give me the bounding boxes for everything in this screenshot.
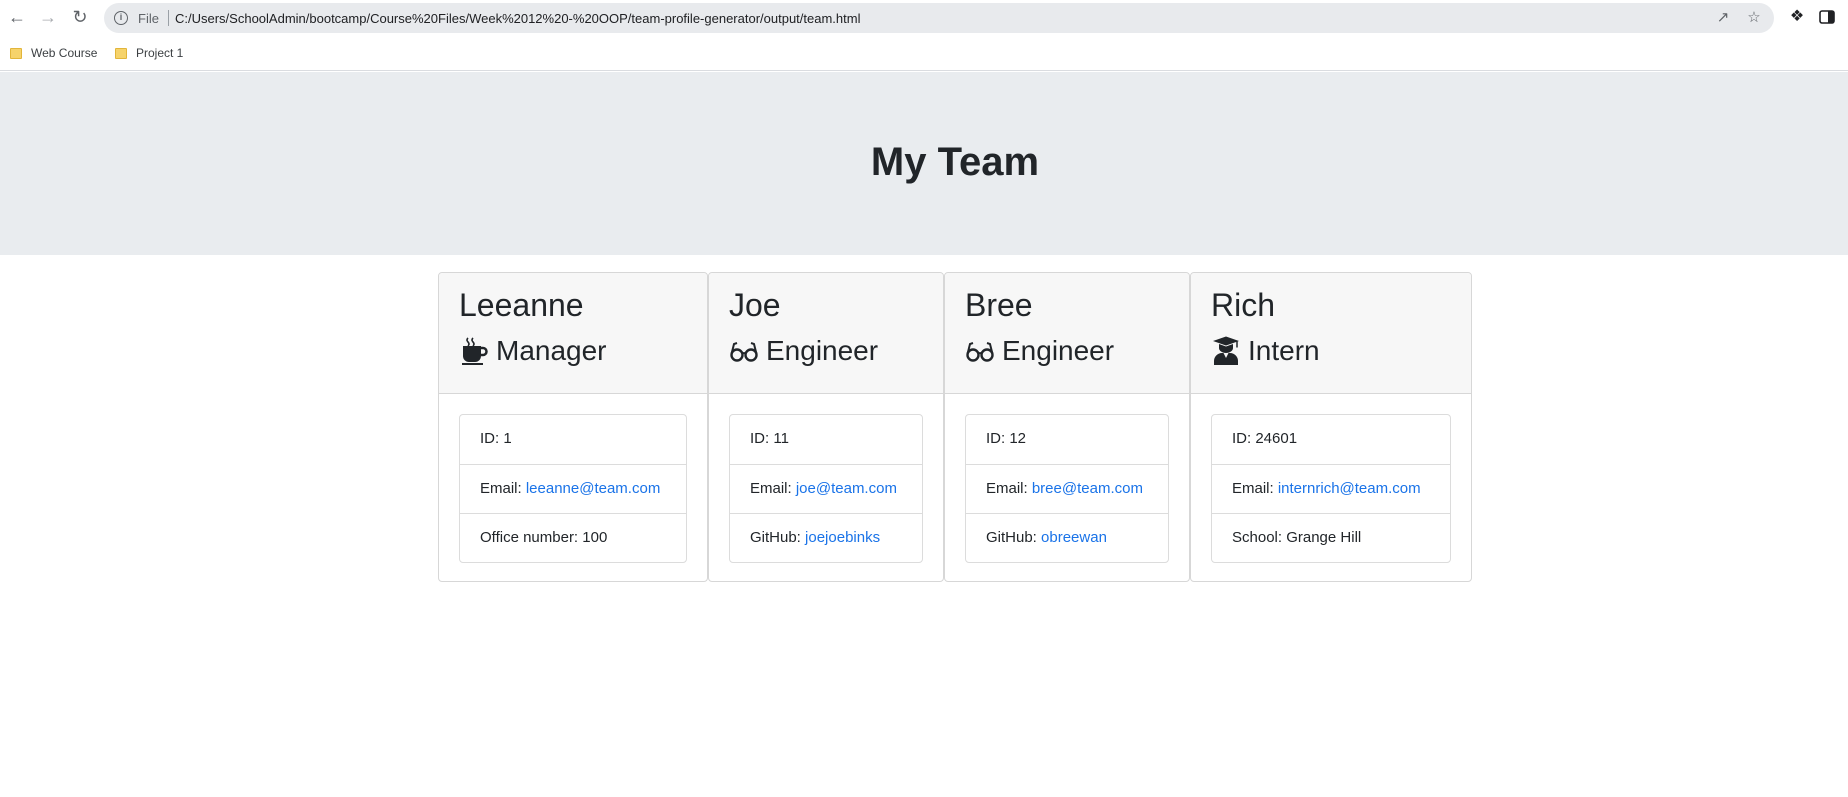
- bookmarks-bar: Web Course Project 1: [0, 35, 1848, 71]
- employee-name: Rich: [1211, 287, 1276, 323]
- page-content: My Team Leeanne Manager ID: 1 Email: lee…: [0, 72, 1848, 797]
- bookmark-label: Web Course: [31, 46, 98, 60]
- role-label: Manager: [496, 335, 607, 366]
- employee-role: Intern: [1211, 335, 1320, 367]
- role-label: Intern: [1248, 335, 1320, 366]
- employee-role: Engineer: [729, 335, 878, 367]
- browser-toolbar: ← → ↻ i File C:/Users/SchoolAdmin/bootca…: [0, 0, 1848, 35]
- file-scheme-label: File: [138, 11, 159, 26]
- side-panel-icon[interactable]: [1818, 8, 1836, 26]
- graduate-icon: [1213, 336, 1239, 365]
- employee-name: Bree: [965, 287, 1033, 323]
- reload-icon[interactable]: ↻: [70, 7, 90, 27]
- school-text: School: Grange Hill: [1232, 529, 1362, 546]
- back-arrow-icon[interactable]: ←: [7, 7, 27, 27]
- email-label: Email:: [750, 480, 796, 497]
- address-bar[interactable]: i File C:/Users/SchoolAdmin/bootcamp/Cou…: [104, 3, 1774, 33]
- email-link[interactable]: bree@team.com: [1032, 480, 1143, 497]
- bookmark-star-icon[interactable]: ☆: [1745, 9, 1763, 27]
- card-header: Rich Intern: [1191, 273, 1471, 394]
- bookmark-label: Project 1: [136, 46, 184, 60]
- employee-id: ID: 11: [750, 430, 789, 447]
- share-icon[interactable]: ↗: [1714, 9, 1732, 27]
- employee-email-row: Email: bree@team.com: [966, 464, 1168, 513]
- employee-email-row: Email: leeanne@team.com: [460, 464, 686, 513]
- role-label: Engineer: [766, 335, 879, 366]
- employee-id: ID: 12: [986, 430, 1027, 447]
- employee-id: ID: 24601: [1232, 430, 1298, 447]
- email-label: Email:: [480, 480, 526, 497]
- employee-card-joe: Joe Engineer ID: 11 Email: joe@team.com …: [708, 272, 944, 582]
- employee-details: ID: 1 Email: leeanne@team.com Office num…: [459, 414, 687, 563]
- page-title: My Team: [870, 140, 1040, 184]
- email-label: Email:: [1232, 480, 1278, 497]
- office-number-text: Office number: 100: [480, 529, 608, 546]
- email-link[interactable]: joe@team.com: [796, 480, 897, 497]
- folder-icon: [10, 47, 22, 59]
- extensions-puzzle-icon[interactable]: ❖: [1788, 8, 1806, 26]
- card-header: Leeanne Manager: [439, 273, 707, 394]
- role-label: Engineer: [1002, 335, 1115, 366]
- employee-email-row: Email: internrich@team.com: [1212, 464, 1450, 513]
- employee-details: ID: 11 Email: joe@team.com GitHub: joejo…: [729, 414, 923, 563]
- employee-card-leeanne: Leeanne Manager ID: 1 Email: leeanne@tea…: [438, 272, 708, 582]
- info-icon[interactable]: i: [114, 11, 128, 25]
- employee-card-rich: Rich Intern ID: 24601 Email: internrich@…: [1190, 272, 1472, 582]
- email-label: Email:: [986, 480, 1032, 497]
- bookmark-project-1[interactable]: Project 1: [115, 44, 183, 62]
- school-row: School: Grange Hill: [1212, 513, 1450, 562]
- github-link[interactable]: joejoebinks: [805, 529, 880, 546]
- office-number-row: Office number: 100: [460, 513, 686, 562]
- github-label: GitHub:: [986, 529, 1042, 546]
- header-banner: My Team: [0, 72, 1848, 255]
- email-link[interactable]: internrich@team.com: [1278, 480, 1421, 497]
- folder-icon: [115, 47, 127, 59]
- employee-details: ID: 12 Email: bree@team.com GitHub: obre…: [965, 414, 1169, 563]
- employee-id: ID: 1: [480, 430, 512, 447]
- email-link[interactable]: leeanne@team.com: [526, 480, 660, 497]
- employee-details: ID: 24601 Email: internrich@team.com Sch…: [1211, 414, 1451, 563]
- github-row: GitHub: obreewan: [966, 513, 1168, 562]
- card-header: Bree Engineer: [945, 273, 1189, 394]
- omnibox-divider: [168, 10, 169, 26]
- employee-role: Engineer: [965, 335, 1114, 367]
- employee-name: Leeanne: [459, 287, 584, 323]
- card-header: Joe Engineer: [709, 273, 943, 394]
- glasses-icon: [730, 342, 758, 362]
- employee-name: Joe: [729, 287, 781, 323]
- forward-arrow-icon[interactable]: →: [38, 7, 58, 27]
- employee-email-row: Email: joe@team.com: [730, 464, 922, 513]
- url-text[interactable]: C:/Users/SchoolAdmin/bootcamp/Course%20F…: [175, 11, 860, 26]
- glasses-icon: [966, 342, 994, 362]
- github-label: GitHub:: [750, 529, 806, 546]
- employee-card-bree: Bree Engineer ID: 12 Email: bree@team.co…: [944, 272, 1190, 582]
- coffee-icon: [462, 337, 488, 365]
- bookmark-web-course[interactable]: Web Course: [10, 44, 97, 62]
- employee-role: Manager: [459, 335, 607, 367]
- github-link[interactable]: obreewan: [1041, 529, 1107, 546]
- github-row: GitHub: joejoebinks: [730, 513, 922, 562]
